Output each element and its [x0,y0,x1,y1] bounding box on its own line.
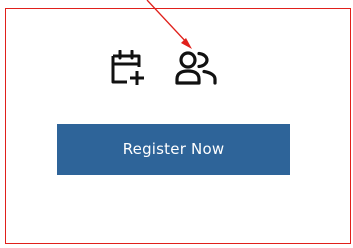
register-now-button[interactable]: Register Now [57,124,290,175]
users-icon[interactable] [174,50,218,86]
calendar-add-icon[interactable] [110,50,146,86]
